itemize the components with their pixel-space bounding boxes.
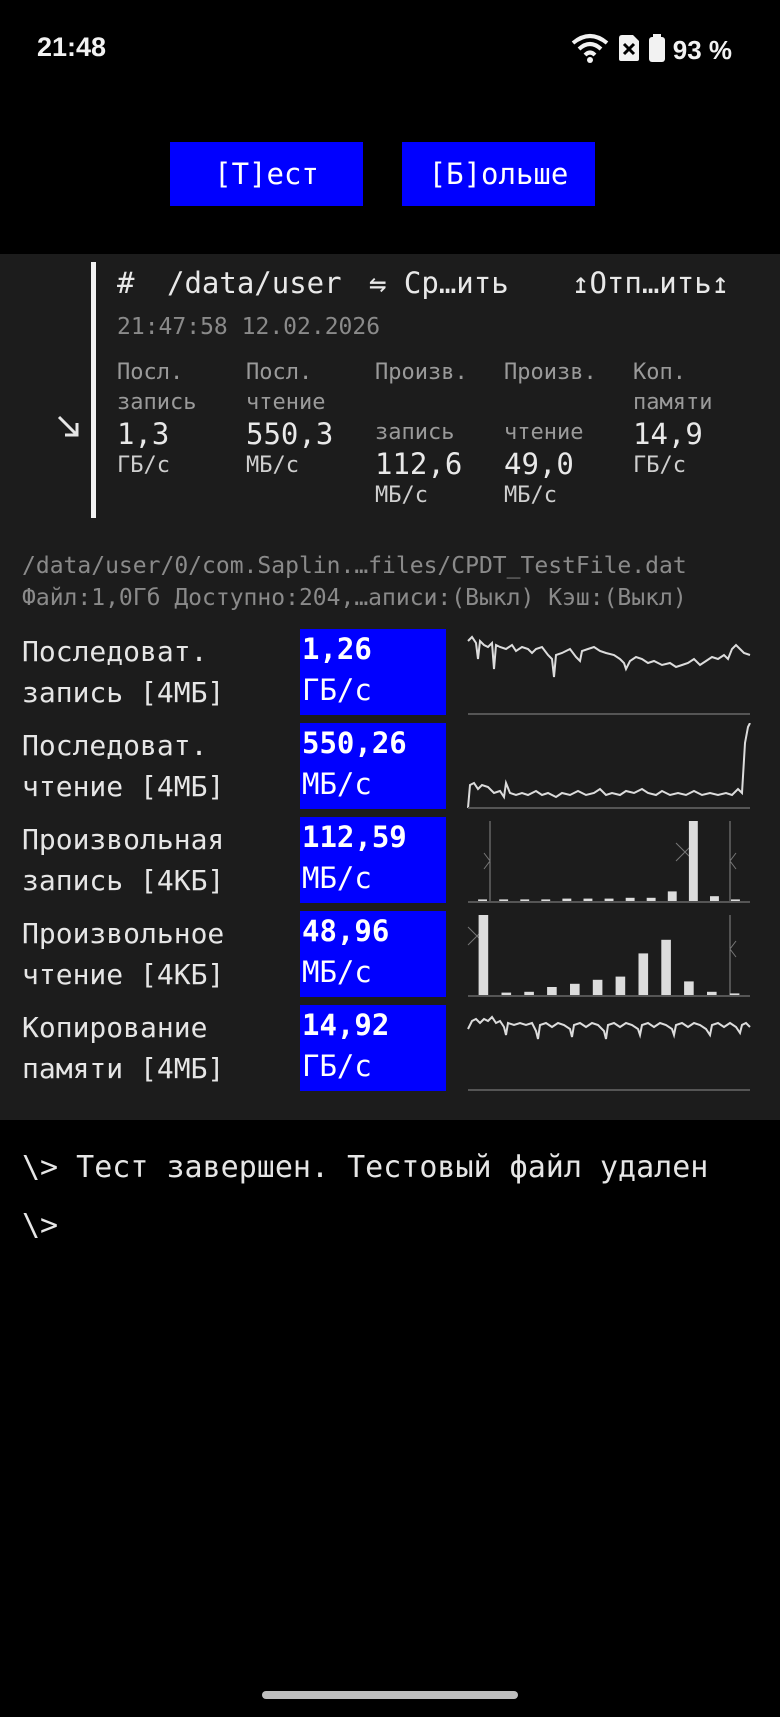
graph-rand-read — [466, 911, 752, 997]
graph-bar — [478, 899, 487, 901]
graph-bar — [707, 991, 717, 995]
share-button[interactable]: ↥Отп…ить↥ — [572, 266, 729, 300]
no-sim-icon — [617, 34, 641, 66]
graph-bar — [625, 897, 635, 901]
graph-bar — [638, 953, 649, 995]
graph-bar — [731, 899, 740, 901]
test-value: 112,59 МБ/с — [300, 817, 446, 903]
expand-arrow-icon[interactable] — [56, 414, 82, 440]
graph-svg — [467, 1015, 751, 1091]
graph-bar — [570, 983, 580, 995]
graph-bar — [583, 898, 593, 901]
console-prompt[interactable]: \> — [22, 1208, 58, 1243]
metric-seq-write: Посл. запись 1,3 ГБ/с — [117, 360, 197, 478]
console-line-status: \> Тест завершен. Тестовый файл удален — [22, 1150, 709, 1185]
graph-bar — [615, 976, 626, 995]
graph-mem-copy — [466, 1005, 752, 1091]
status-bar: 21:48 93 % — [0, 0, 780, 100]
metric-rand-read: Произв. чтение 49,0 МБ/с — [504, 360, 597, 508]
graph-bar — [667, 891, 677, 901]
test-button[interactable]: [Т]ест — [170, 142, 363, 206]
graph-svg — [467, 635, 751, 715]
graph-bar — [499, 899, 509, 901]
card-accent-bar — [91, 262, 96, 518]
wifi-icon — [571, 33, 609, 67]
graph-svg — [467, 915, 750, 997]
test-value: 14,92 ГБ/с — [300, 1005, 446, 1091]
battery-percent: 93 % — [672, 34, 732, 65]
graph-seq-write — [466, 629, 752, 715]
home-indicator[interactable] — [262, 1691, 518, 1699]
test-row-rand-read: Произвольное чтение [4КБ] 48,96 МБ/с — [0, 911, 780, 999]
test-value: 550,26 МБ/с — [300, 723, 446, 809]
metric-rand-write: Произв. запись 112,6 МБ/с — [375, 360, 468, 508]
graph-bar — [524, 991, 534, 995]
battery-icon — [648, 34, 665, 66]
test-label: Произвольное чтение [4КБ] — [22, 917, 225, 991]
card-path: /data/user — [167, 266, 342, 300]
hash-icon: # — [117, 266, 135, 300]
compare-button[interactable]: ⇋ Ср…ить — [369, 266, 509, 300]
file-info: /data/user/0/com.Saplin.…files/CPDT_Test… — [22, 550, 762, 614]
graph-bar — [547, 987, 557, 995]
graph-bar — [562, 898, 572, 901]
test-row-seq-write: Последоват. запись [4МБ] 1,26 ГБ/с — [0, 629, 780, 717]
graph-rand-write — [466, 817, 752, 903]
graph-bar — [520, 899, 530, 901]
test-row-mem-copy: Копирование памяти [4МБ] 14,92 ГБ/с — [0, 1005, 780, 1093]
graph-bar — [646, 897, 656, 901]
status-icons: 93 % — [571, 30, 732, 70]
metric-mem-copy: Коп. памяти 14,9 ГБ/с — [633, 360, 713, 478]
graph-bar — [478, 915, 489, 995]
more-button[interactable]: [Б]ольше — [402, 142, 595, 206]
graph-bar — [729, 993, 740, 995]
file-path: /data/user/0/com.Saplin.…files/CPDT_Test… — [22, 553, 687, 579]
graph-bar — [501, 992, 512, 995]
graph-bar — [710, 896, 719, 901]
graph-bar — [592, 979, 603, 995]
status-time: 21:48 — [37, 32, 107, 62]
test-label: Копирование памяти [4МБ] — [22, 1011, 225, 1085]
graph-bar — [661, 939, 671, 995]
graph-bar — [684, 981, 694, 995]
file-details: Файл:1,0Гб Доступно:204,…аписи:(Выкл) Кэ… — [22, 585, 687, 611]
test-label: Последоват. запись [4МБ] — [22, 635, 225, 709]
test-label: Произвольная запись [4КБ] — [22, 823, 225, 897]
graph-bar — [604, 898, 614, 901]
test-row-seq-read: Последоват. чтение [4МБ] 550,26 МБ/с — [0, 723, 780, 811]
card-timestamp: 21:47:58 12.02.2026 — [117, 314, 381, 340]
card-header: # /data/user ⇋ Ср…ить ↥Отп…ить↥ — [117, 266, 757, 306]
test-row-rand-write: Произвольная запись [4КБ] 112,59 МБ/с — [0, 817, 780, 905]
graph-bar — [541, 899, 551, 901]
graph-bar — [688, 821, 698, 901]
test-value: 1,26 ГБ/с — [300, 629, 446, 715]
graph-svg — [467, 723, 751, 809]
result-card[interactable]: # /data/user ⇋ Ср…ить ↥Отп…ить↥ 21:47:58… — [0, 254, 780, 532]
test-value: 48,96 МБ/с — [300, 911, 446, 997]
test-label: Последоват. чтение [4МБ] — [22, 729, 225, 803]
graph-svg — [468, 821, 750, 903]
results-panel: # /data/user ⇋ Ср…ить ↥Отп…ить↥ 21:47:58… — [0, 254, 780, 1120]
metric-seq-read: Посл. чтение 550,3 МБ/с — [246, 360, 334, 478]
graph-seq-read — [466, 723, 752, 809]
